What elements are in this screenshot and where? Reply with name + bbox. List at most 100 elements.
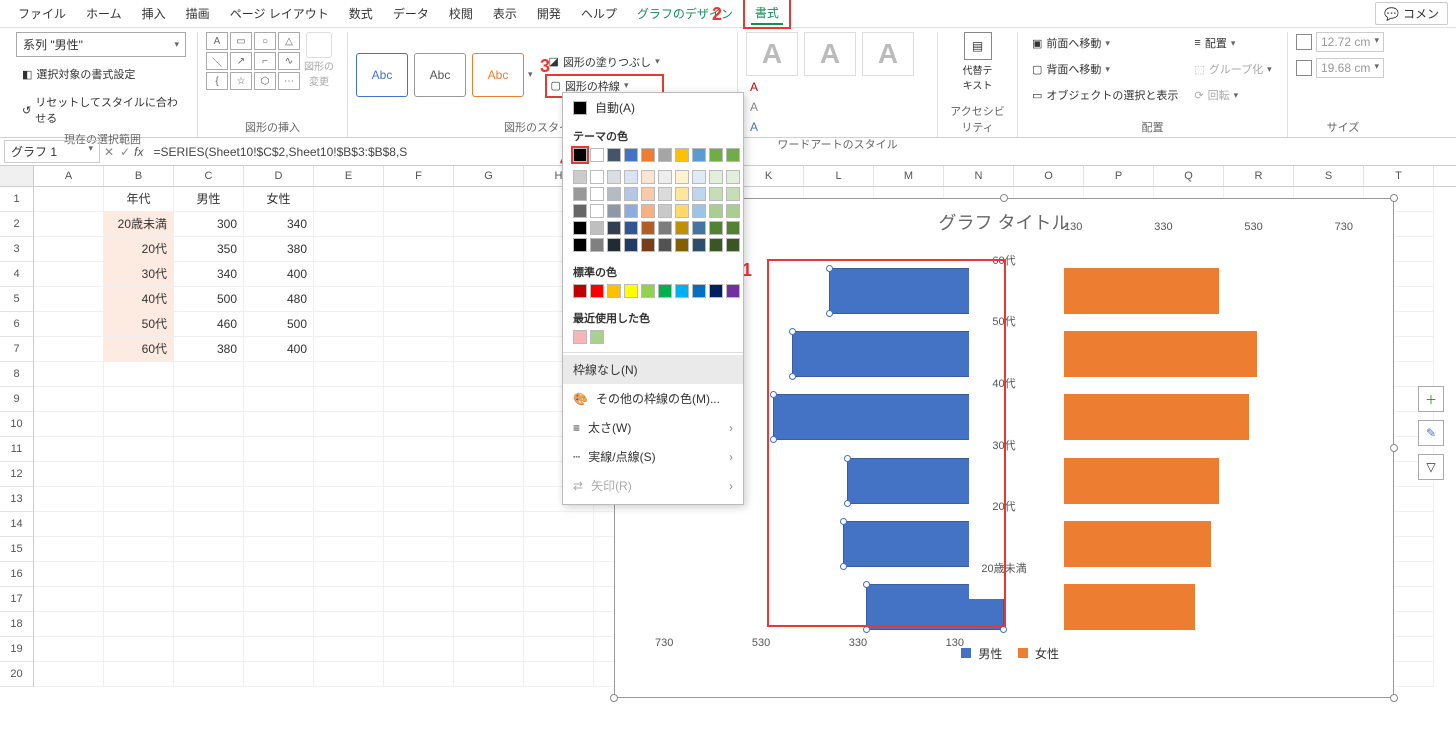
wordart-3[interactable]: A: [862, 32, 914, 76]
chart-resize-handle[interactable]: [610, 694, 618, 702]
chart-resize-handle[interactable]: [1390, 694, 1398, 702]
cell[interactable]: [454, 212, 524, 237]
cell[interactable]: [34, 512, 104, 537]
menu-draw[interactable]: 描画: [176, 1, 220, 26]
color-swatch[interactable]: [709, 221, 723, 235]
color-swatch[interactable]: [624, 148, 638, 162]
color-swatch[interactable]: [590, 148, 604, 162]
color-swatch[interactable]: [675, 187, 689, 201]
chart-elements-button[interactable]: ＋: [1418, 386, 1444, 412]
cell[interactable]: [104, 412, 174, 437]
row-2[interactable]: 2: [0, 212, 34, 237]
cell[interactable]: 20歳未満: [104, 212, 174, 237]
color-swatch[interactable]: [641, 238, 655, 252]
color-swatch[interactable]: [624, 221, 638, 235]
col-B[interactable]: B: [104, 166, 174, 186]
series-handle[interactable]: [789, 373, 796, 380]
cell[interactable]: [34, 362, 104, 387]
cell[interactable]: [104, 612, 174, 637]
cell[interactable]: [314, 237, 384, 262]
cell[interactable]: [314, 587, 384, 612]
chart-filter-button[interactable]: ▽: [1418, 454, 1444, 480]
cell[interactable]: [104, 437, 174, 462]
col-N[interactable]: N: [944, 166, 1014, 186]
cell[interactable]: [34, 187, 104, 212]
cancel-formula-icon[interactable]: ✕: [104, 145, 114, 159]
cell[interactable]: [244, 487, 314, 512]
shape-more[interactable]: ⋯: [278, 72, 300, 90]
cell[interactable]: [244, 437, 314, 462]
color-swatch[interactable]: [675, 238, 689, 252]
color-swatch[interactable]: [573, 284, 587, 298]
color-swatch[interactable]: [641, 284, 655, 298]
cell[interactable]: [174, 512, 244, 537]
menu-view[interactable]: 表示: [483, 1, 527, 26]
row-6[interactable]: 6: [0, 312, 34, 337]
color-swatch[interactable]: [641, 170, 655, 184]
color-swatch[interactable]: [726, 238, 740, 252]
color-swatch[interactable]: [709, 204, 723, 218]
color-swatch[interactable]: [641, 187, 655, 201]
bring-forward-button[interactable]: ▣前面へ移動▾: [1026, 32, 1184, 54]
series-handle[interactable]: [844, 500, 851, 507]
color-swatch[interactable]: [624, 170, 638, 184]
color-swatch[interactable]: [726, 221, 740, 235]
category-axis[interactable]: 60代50代40代30代20代20歳未満: [969, 229, 1039, 599]
cell[interactable]: 480: [244, 287, 314, 312]
color-swatch[interactable]: [607, 284, 621, 298]
color-swatch[interactable]: [709, 284, 723, 298]
chart-styles-button[interactable]: ✎: [1418, 420, 1444, 446]
col-L[interactable]: L: [804, 166, 874, 186]
cell[interactable]: [524, 637, 594, 662]
shape-curve[interactable]: ∿: [278, 52, 300, 70]
cell[interactable]: [104, 562, 174, 587]
cell[interactable]: [104, 487, 174, 512]
col-C[interactable]: C: [174, 166, 244, 186]
cell[interactable]: [174, 587, 244, 612]
cell[interactable]: [384, 637, 454, 662]
cell[interactable]: [244, 537, 314, 562]
cell[interactable]: [314, 562, 384, 587]
cell[interactable]: [384, 512, 454, 537]
color-swatch[interactable]: [658, 187, 672, 201]
cell[interactable]: [384, 537, 454, 562]
color-swatch[interactable]: [641, 204, 655, 218]
cell[interactable]: [174, 562, 244, 587]
cell[interactable]: [314, 437, 384, 462]
accept-formula-icon[interactable]: ✓: [120, 145, 130, 159]
series-handle[interactable]: [863, 581, 870, 588]
color-swatch[interactable]: [709, 148, 723, 162]
cell[interactable]: [524, 587, 594, 612]
row-18[interactable]: 18: [0, 612, 34, 637]
cell[interactable]: 30代: [104, 262, 174, 287]
color-swatch[interactable]: [573, 187, 587, 201]
row-3[interactable]: 3: [0, 237, 34, 262]
color-swatch[interactable]: [590, 204, 604, 218]
cell[interactable]: [314, 312, 384, 337]
cell[interactable]: [104, 387, 174, 412]
cell[interactable]: [104, 637, 174, 662]
col-R[interactable]: R: [1224, 166, 1294, 186]
cell[interactable]: [314, 612, 384, 637]
cell[interactable]: 60代: [104, 337, 174, 362]
shape-rect[interactable]: ▭: [230, 32, 252, 50]
cell[interactable]: [34, 412, 104, 437]
cell[interactable]: 年代: [104, 187, 174, 212]
cell[interactable]: [454, 362, 524, 387]
cell[interactable]: [244, 387, 314, 412]
cell[interactable]: [174, 412, 244, 437]
cell[interactable]: [454, 462, 524, 487]
cell[interactable]: [104, 462, 174, 487]
color-swatch[interactable]: [641, 148, 655, 162]
series-handle[interactable]: [840, 518, 847, 525]
cell[interactable]: 300: [174, 212, 244, 237]
cell[interactable]: [454, 637, 524, 662]
name-box[interactable]: グラフ 1 ▾: [4, 140, 100, 163]
cell[interactable]: 400: [244, 262, 314, 287]
color-swatch[interactable]: [573, 238, 587, 252]
color-swatch[interactable]: [692, 284, 706, 298]
wordart-1[interactable]: A: [746, 32, 798, 76]
chart-resize-handle[interactable]: [1390, 194, 1398, 202]
cell[interactable]: [174, 662, 244, 687]
color-swatch[interactable]: [675, 284, 689, 298]
